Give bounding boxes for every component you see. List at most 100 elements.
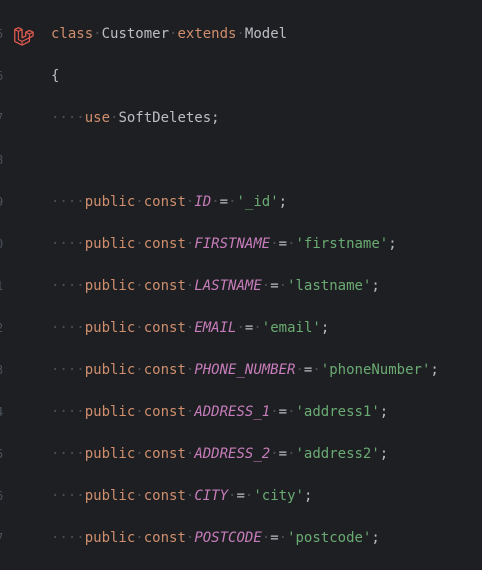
code-token-ws: · [236,26,245,42]
code-token-ws: · [270,404,279,420]
code-token-kw: public [84,488,136,504]
code-token-ws: · [236,320,245,336]
line-number: 5 [0,444,8,464]
code-line[interactable]: ····use·SoftDeletes; [51,107,220,129]
code-line[interactable]: ····public·const·LASTNAME·=·'lastname'; [51,275,380,297]
code-token-kw: const [143,530,186,546]
code-token-punc: = [270,278,279,294]
code-line[interactable]: ····public·const·POSTCODE·=·'postcode'; [51,527,380,549]
code-token-kw: extends [177,26,237,42]
line-number-gutter[interactable]: 5 6 7 8 9 0 1 2 3 4 5 6 7 [0,0,44,570]
code-token-str: 'address2' [295,446,380,462]
indent-whitespace: ···· [51,320,85,336]
indent-whitespace: ···· [51,530,85,546]
code-line[interactable]: ····public·const·ADDRESS_1·=·'address1'; [51,401,388,423]
code-line[interactable]: ····public·const·FIRSTNAME·=·'firstname'… [51,233,397,255]
indent-whitespace: ···· [51,446,85,462]
code-editor[interactable]: 5678901234567 class·Customer·extends·Mod… [0,0,482,570]
code-token-ws: · [253,320,262,336]
code-token-cls: Customer [101,26,170,42]
indent-whitespace: ···· [51,404,85,420]
line-number: 9 [0,192,8,212]
code-line[interactable]: ····public·const·ADDRESS_2·=·'address2'; [51,443,388,465]
code-token-ws: · [135,488,144,504]
code-token-kw: public [84,446,136,462]
code-token-ws: · [278,530,288,546]
code-token-punc: ; [388,236,397,252]
code-line[interactable]: ····public·const·CITY·=·'city'; [51,485,312,507]
code-token-ws: · [228,194,237,210]
line-number: 7 [0,528,8,548]
code-token-str: 'email' [261,320,321,336]
code-token-punc: = [270,530,279,546]
code-token-kw: use [84,110,111,126]
code-token-punc: ; [278,194,288,210]
code-token-ws: · [295,362,304,378]
code-token-punc: = [278,446,288,462]
code-token-punc: ; [430,362,439,378]
code-line[interactable]: { [51,65,59,87]
code-token-str: 'lastname' [287,278,372,294]
line-number: 1 [0,276,8,296]
code-token-ws: · [211,194,220,210]
indent-whitespace: ···· [51,236,85,252]
code-token-const: ADDRESS_2 [194,446,271,462]
code-line[interactable]: class·Customer·extends·Model [51,23,287,45]
code-token-kw: const [143,236,186,252]
code-token-kw: public [84,530,136,546]
code-line[interactable]: ····public·const·EMAIL·=·'email'; [51,317,329,339]
code-token-kw: class [51,26,94,42]
code-token-ws: · [287,404,296,420]
code-token-const: PHONE_NUMBER [194,362,296,378]
line-number: 8 [0,150,8,170]
line-number: 7 [0,108,8,128]
code-token-kw: public [84,404,136,420]
code-token-ws: · [135,530,144,546]
code-token-ws: · [278,278,288,294]
code-token-ws: · [261,530,271,546]
code-token-kw: const [143,446,186,462]
code-token-punc: { [51,68,60,84]
code-token-kw: public [84,320,136,336]
code-token-kw: public [84,278,136,294]
line-number: 3 [0,360,8,380]
code-token-str: 'city' [253,488,304,504]
code-token-str: 'firstname' [295,236,389,252]
line-number: 6 [0,486,8,506]
code-token-punc: ; [320,320,330,336]
code-token-kw: public [84,194,136,210]
code-token-punc: = [219,194,229,210]
code-token-ws: · [135,194,144,210]
code-token-ws: · [135,362,144,378]
code-token-ws: · [270,236,279,252]
indent-whitespace: ···· [51,362,85,378]
code-token-const: ADDRESS_1 [194,404,271,420]
code-token-str: 'phoneNumber' [320,362,431,378]
code-area[interactable]: class·Customer·extends·Model{····use·Sof… [51,0,482,570]
code-line[interactable]: ····public·const·ID·=·'_id'; [51,191,287,213]
line-number: 5 [0,24,8,44]
code-token-punc: ; [303,488,313,504]
laravel-icon[interactable] [12,24,34,46]
code-token-ws: · [135,320,144,336]
code-token-ws: · [270,446,279,462]
code-token-ws: · [135,446,144,462]
code-token-cls: Model [244,26,288,42]
code-token-ws: · [312,362,321,378]
code-token-cls: SoftDeletes; [118,110,220,126]
code-token-ws: · [261,278,271,294]
line-number: 4 [0,402,8,422]
code-token-kw: const [143,320,186,336]
code-token-str: 'address1' [295,404,380,420]
code-token-punc: ; [371,278,380,294]
code-token-ws: · [135,404,144,420]
line-number: 0 [0,234,8,254]
code-token-ws: · [93,26,102,42]
code-token-ws: · [135,278,144,294]
indent-whitespace: ···· [51,110,85,126]
code-token-const: CITY [194,488,229,504]
code-token-str: '_id' [236,194,279,210]
code-token-const: POSTCODE [194,530,262,546]
code-token-const: FIRSTNAME [194,236,271,252]
code-line[interactable]: ····public·const·PHONE_NUMBER·=·'phoneNu… [51,359,439,381]
